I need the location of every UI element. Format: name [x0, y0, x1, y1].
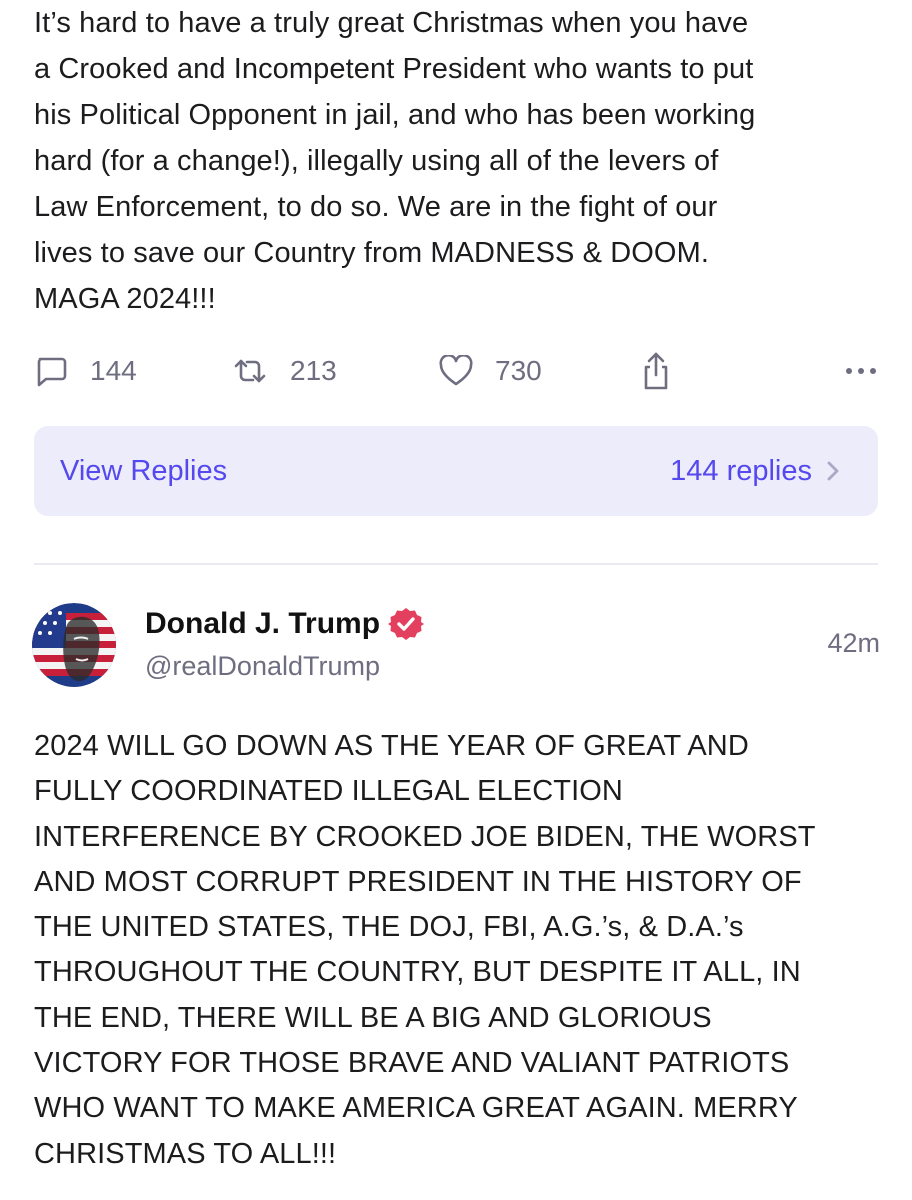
post-text: 2024 WILL GO DOWN AS THE YEAR OF GREAT A… [34, 730, 816, 1170]
author-name-row[interactable]: Donald J. Trump [145, 606, 425, 642]
view-replies-bar[interactable]: View Replies 144 replies [34, 426, 878, 516]
reply-button[interactable]: 144 [34, 348, 137, 394]
avatar[interactable] [32, 603, 116, 687]
more-icon [846, 368, 876, 374]
chevron-right-icon [827, 461, 839, 481]
verified-badge-icon [388, 608, 425, 640]
post-actions: 144 213 730 [34, 348, 878, 394]
retruth-count: 213 [290, 355, 337, 386]
retruth-button[interactable]: 213 [232, 348, 337, 394]
replies-count-link[interactable]: 144 replies [670, 455, 840, 488]
post-text: It’s hard to have a truly great Christma… [34, 7, 756, 315]
author-name[interactable]: Donald J. Trump [145, 607, 380, 641]
retruth-icon [234, 359, 266, 383]
like-button[interactable]: 730 [439, 348, 542, 394]
post-timestamp: 42m [827, 628, 880, 658]
replies-count-label: 144 replies [670, 454, 812, 487]
post-divider [34, 563, 878, 565]
reply-icon [37, 357, 67, 387]
share-button[interactable] [640, 348, 672, 394]
share-icon [644, 352, 668, 390]
more-button[interactable] [844, 348, 878, 394]
author-handle[interactable]: @realDonaldTrump [145, 651, 380, 682]
like-count: 730 [495, 355, 542, 386]
reply-count: 144 [90, 355, 137, 386]
view-replies-label: View Replies [60, 454, 228, 487]
heart-icon [439, 355, 473, 386]
